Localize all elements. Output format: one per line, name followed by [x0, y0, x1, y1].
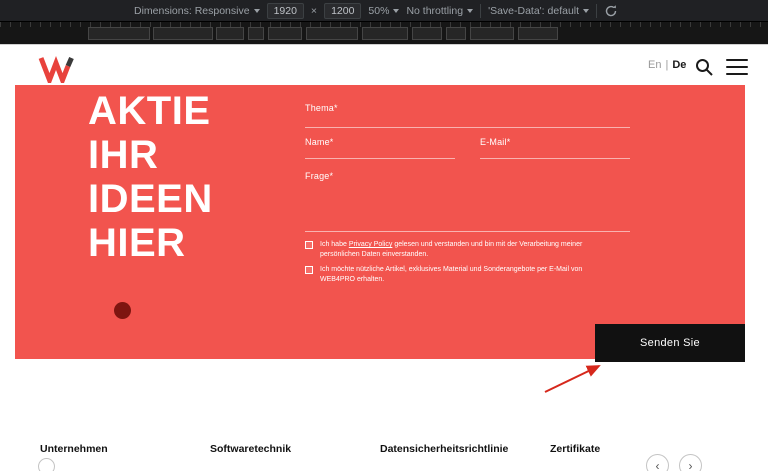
privacy-policy-link[interactable]: Privacy Policy [349, 241, 393, 248]
chevron-left-icon: ‹ [655, 458, 660, 471]
newsletter-text: Ich möchte nützliche Artikel, exklusives… [320, 266, 583, 284]
dimensions-label: Dimensions: Responsive [134, 4, 250, 17]
hero-headline: AKTIE IHR IDEEN HIER [88, 89, 213, 265]
email-input[interactable] [480, 147, 630, 159]
frage-label: Frage* [305, 171, 334, 181]
media-query-segment [518, 27, 558, 40]
media-query-segment [306, 27, 358, 40]
newsletter-row: Ich möchte nützliche Artikel, exklusives… [305, 265, 617, 285]
throttling-value: No throttling [406, 4, 464, 17]
consent-text-pre: Ich habe [320, 241, 349, 248]
name-label: Name* [305, 137, 334, 147]
lang-en-link[interactable]: En [648, 59, 661, 71]
footer-col-zertifikate: Zertifikate [550, 443, 601, 455]
lang-de-current[interactable]: De [672, 59, 686, 71]
chevron-right-icon: › [688, 458, 693, 471]
media-query-segment [470, 27, 514, 40]
language-switch: En | De [648, 59, 686, 71]
hamburger-icon [726, 59, 748, 61]
footer-col-unternehmen: Unternehmen [40, 443, 108, 455]
hamburger-icon [726, 73, 748, 75]
headline-line: IDEEN [88, 177, 213, 221]
headline-line: AKTIE [88, 89, 211, 133]
submit-button[interactable]: Senden Sie [595, 324, 745, 362]
logo-w-icon [38, 55, 74, 87]
save-data-dropdown[interactable]: 'Save-Data': default [488, 4, 590, 17]
devtools-device-toolbar: Dimensions: Responsive 1920 × 1200 50% N… [0, 0, 768, 22]
media-query-segment [446, 27, 466, 40]
toolbar-divider [480, 3, 482, 18]
media-query-segment [88, 27, 150, 40]
footer-col-datensicherheit: Datensicherheitsrichtlinie [380, 443, 509, 455]
carousel-prev-button[interactable]: ‹ [646, 454, 669, 471]
chevron-down-icon [467, 8, 474, 13]
newsletter-checkbox[interactable] [305, 266, 313, 274]
consent-text: Ich habe Privacy Policy gelesen und vers… [320, 240, 617, 260]
decorative-dot [114, 302, 131, 319]
zoom-value: 50% [368, 4, 390, 17]
footer-badge-icon[interactable] [38, 458, 55, 471]
carousel-next-button[interactable]: › [679, 454, 702, 471]
hamburger-icon [726, 66, 748, 68]
consent-checkbox[interactable] [305, 241, 313, 249]
rotate-viewport-button[interactable] [604, 4, 618, 18]
email-label: E-Mail* [480, 137, 511, 147]
thema-label: Thema* [305, 103, 338, 113]
browser-window: Dimensions: Responsive 1920 × 1200 50% N… [0, 0, 768, 471]
save-data-value: 'Save-Data': default [488, 4, 580, 17]
rotate-icon [605, 4, 617, 16]
search-button[interactable] [694, 57, 714, 77]
media-query-segment [216, 27, 244, 40]
logo[interactable] [38, 55, 74, 87]
search-icon [696, 59, 713, 76]
height-input[interactable]: 1200 [324, 2, 362, 19]
lang-divider: | [665, 59, 669, 71]
throttling-dropdown[interactable]: No throttling [406, 4, 474, 17]
times-symbol: × [310, 4, 318, 17]
media-query-segment [153, 27, 213, 40]
media-query-segment [362, 27, 408, 40]
zoom-dropdown[interactable]: 50% [368, 4, 400, 17]
media-query-segment [268, 27, 302, 40]
headline-line: IHR [88, 133, 159, 177]
chevron-down-icon [393, 8, 400, 13]
devtools-ruler [0, 22, 768, 45]
hero-section: AKTIE IHR IDEEN HIER Thema* Name* E-Mail… [15, 85, 745, 359]
footer-col-softwaretechnik: Softwaretechnik [210, 443, 292, 455]
name-input[interactable] [305, 147, 455, 159]
width-input[interactable]: 1920 [266, 2, 304, 19]
page: En | De AKTIE IHR IDEEN HIER Thema* Name… [0, 45, 768, 471]
consent-row: Ich habe Privacy Policy gelesen und vers… [305, 240, 617, 260]
toolbar-divider [596, 3, 598, 18]
media-query-segment [412, 27, 442, 40]
frage-textarea[interactable] [305, 181, 630, 232]
chevron-down-icon [583, 8, 590, 13]
headline-line: HIER [88, 221, 186, 265]
thema-input[interactable] [305, 113, 630, 128]
media-query-segment [248, 27, 264, 40]
dimensions-dropdown[interactable]: Dimensions: Responsive [134, 5, 260, 17]
hamburger-menu-button[interactable] [726, 59, 748, 75]
chevron-down-icon [253, 8, 260, 13]
